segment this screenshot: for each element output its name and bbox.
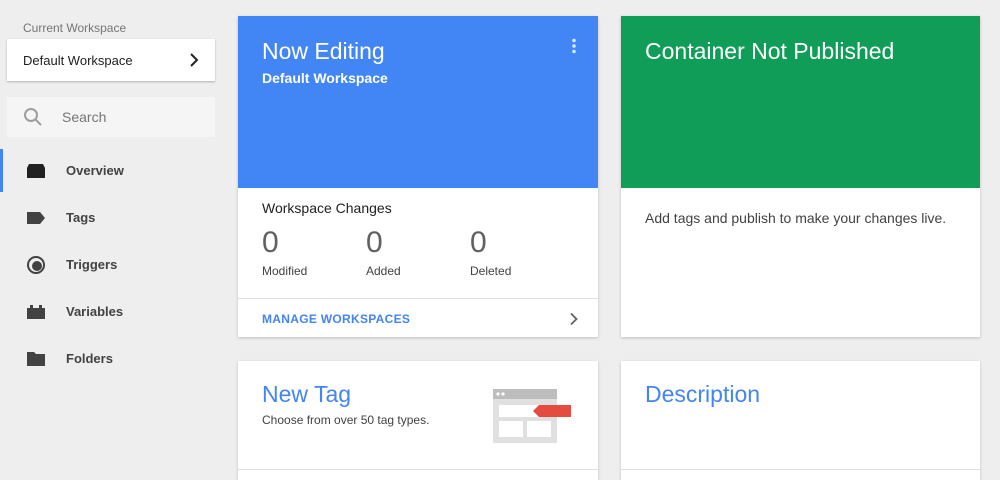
container-status-title: Container Not Published <box>645 38 895 64</box>
sidebar-item-folders[interactable]: Folders <box>0 335 222 382</box>
trigger-icon <box>26 255 46 275</box>
description-title: Description <box>645 381 761 407</box>
sidebar-item-label: Tags <box>66 210 96 225</box>
change-stats: 0 Modified 0 Added 0 Deleted <box>262 226 574 278</box>
card-divider <box>238 469 598 470</box>
container-status-message: Add tags and publish to make your change… <box>645 210 947 226</box>
workspace-selector[interactable]: Default Workspace <box>7 39 215 81</box>
sidebar-item-variables[interactable]: Variables <box>0 288 222 335</box>
chevron-right-icon <box>570 312 578 325</box>
workspace-changes: Workspace Changes 0 Modified 0 Added 0 D… <box>238 188 598 298</box>
sidebar-nav: Overview Tags Triggers Variables Folders <box>0 147 222 382</box>
container-status-banner: Container Not Published <box>621 16 980 188</box>
overview-icon <box>26 161 46 181</box>
sidebar-item-tags[interactable]: Tags <box>0 194 222 241</box>
search-box[interactable] <box>7 97 215 137</box>
search-input[interactable] <box>62 109 212 125</box>
stat-label: Deleted <box>470 264 512 278</box>
sidebar-item-label: Folders <box>66 351 113 366</box>
new-tag-title: New Tag <box>262 381 352 407</box>
sidebar-item-triggers[interactable]: Triggers <box>0 241 222 288</box>
sidebar-item-label: Overview <box>66 163 124 178</box>
description-card[interactable]: Description <box>621 361 980 480</box>
stat-value: 0 <box>262 226 279 259</box>
now-editing-banner: Now Editing Default Workspace <box>238 16 598 188</box>
stat-deleted: 0 Deleted <box>470 226 574 278</box>
more-vert-icon[interactable] <box>568 38 580 54</box>
stat-label: Added <box>366 264 401 278</box>
stat-value: 0 <box>470 226 487 259</box>
new-tag-card[interactable]: New Tag Choose from over 50 tag types. <box>238 361 598 480</box>
stat-label: Modified <box>262 264 308 278</box>
workspace-name: Default Workspace <box>23 52 133 68</box>
sidebar: Current Workspace Default Workspace Over… <box>0 0 222 480</box>
sidebar-item-overview[interactable]: Overview <box>0 147 222 194</box>
new-tag-illustration-icon <box>493 389 571 443</box>
sidebar-item-label: Triggers <box>66 257 118 272</box>
now-editing-workspace: Default Workspace <box>262 70 388 86</box>
sidebar-item-label: Variables <box>66 304 124 319</box>
stat-value: 0 <box>366 226 383 259</box>
current-workspace-label: Current Workspace <box>23 21 127 35</box>
workspace-changes-title: Workspace Changes <box>262 200 392 216</box>
now-editing-title: Now Editing <box>262 38 385 64</box>
chevron-right-icon <box>190 53 199 67</box>
container-status-card: Container Not Published Add tags and pub… <box>621 16 980 337</box>
search-icon <box>24 108 42 126</box>
now-editing-card: Now Editing Default Workspace Workspace … <box>238 16 598 337</box>
stat-modified: 0 Modified <box>262 226 366 278</box>
new-tag-subtitle: Choose from over 50 tag types. <box>262 413 430 427</box>
folder-icon <box>26 349 46 369</box>
variables-icon <box>26 302 46 322</box>
stat-added: 0 Added <box>366 226 470 278</box>
card-divider <box>621 469 980 470</box>
tag-icon <box>26 208 46 228</box>
manage-workspaces-link[interactable]: MANAGE WORKSPACES <box>238 298 598 337</box>
manage-workspaces-label: MANAGE WORKSPACES <box>262 311 411 326</box>
